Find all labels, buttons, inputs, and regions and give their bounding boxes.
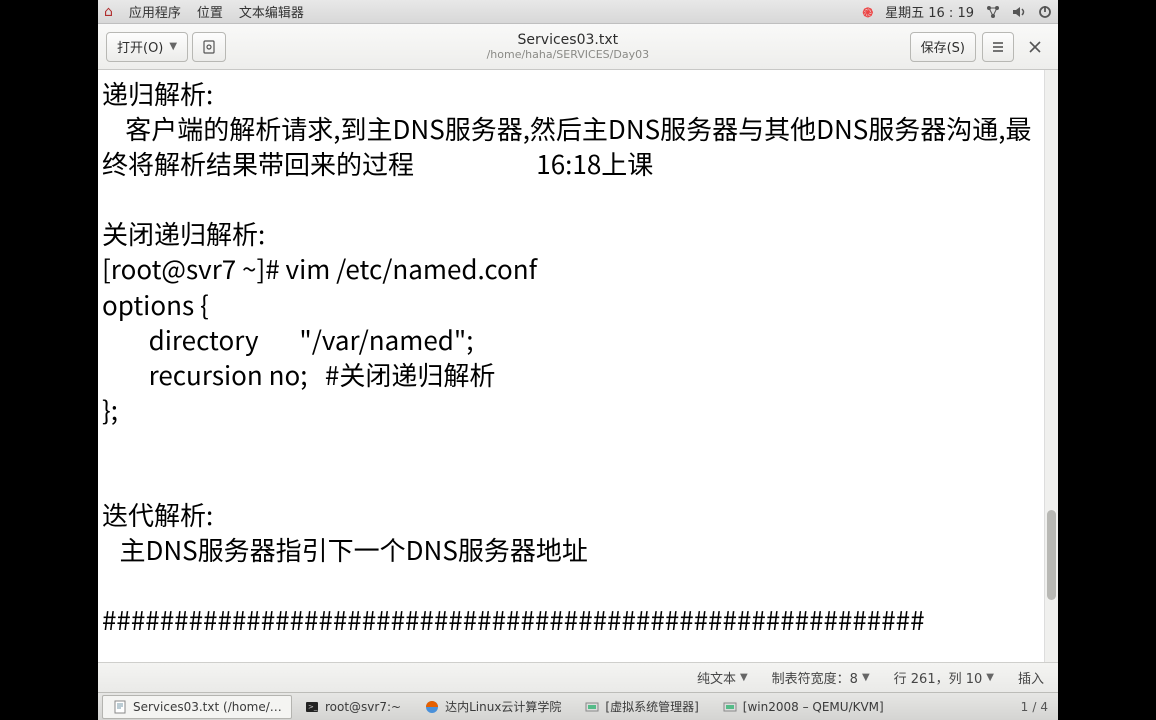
active-app-name[interactable]: 文本编辑器 <box>239 2 304 21</box>
save-button[interactable]: 保存(S) <box>910 32 976 62</box>
workspace-sep: / <box>1032 700 1036 714</box>
workspace-total: 4 <box>1040 700 1048 714</box>
new-document-button[interactable] <box>192 32 226 62</box>
taskbar-item-label: 达内Linux云计算学院 <box>445 698 561 715</box>
chevron-down-icon: ▼ <box>740 672 748 683</box>
vm-icon <box>723 700 737 714</box>
taskbar-item-label: Services03.txt (/home/… <box>133 700 282 714</box>
desktop-taskbar: Services03.txt (/home/… >_ root@svr7:~ 达… <box>98 692 1058 720</box>
menu-places[interactable]: 位置 <box>197 2 223 21</box>
tab-width-label: 制表符宽度：8 <box>772 668 858 687</box>
gedit-icon <box>113 700 127 714</box>
status-bar: 纯文本 ▼ 制表符宽度：8 ▼ 行 261，列 10 ▼ 插入 <box>98 662 1058 692</box>
window-title: Services03.txt <box>232 32 904 48</box>
syntax-mode-label: 纯文本 <box>697 668 736 687</box>
window-subtitle: /home/haha/SERVICES/Day03 <box>232 48 904 61</box>
svg-text:>_: >_ <box>308 703 318 711</box>
vertical-scrollbar[interactable] <box>1044 70 1058 662</box>
taskbar-item-virtmanager[interactable]: [虚拟系统管理器] <box>574 695 709 719</box>
power-icon[interactable] <box>1038 5 1052 19</box>
chevron-down-icon: ▼ <box>862 672 870 683</box>
network-icon[interactable] <box>986 5 1000 19</box>
chevron-down-icon: ▼ <box>986 672 994 683</box>
taskbar-item-label: [win2008 – QEMU/KVM] <box>743 700 884 714</box>
close-icon <box>1029 41 1041 53</box>
taskbar-item-terminal[interactable]: >_ root@svr7:~ <box>294 695 412 719</box>
terminal-icon: >_ <box>305 700 319 714</box>
hamburger-icon <box>991 40 1005 54</box>
desktop-screen: ⌂ 应用程序 位置 文本编辑器 ֎ 星期五 16 : 19 打开(O) ▼ <box>98 0 1058 720</box>
clock-label[interactable]: 星期五 16 : 19 <box>885 2 974 21</box>
cursor-position-selector[interactable]: 行 261，列 10 ▼ <box>894 668 994 687</box>
editor-area: 递归解析: 客户端的解析请求,到主DNS服务器,然后主DNS服务器与其他DNS服… <box>98 70 1058 662</box>
workspace-current: 1 <box>1021 700 1029 714</box>
chevron-down-icon: ▼ <box>169 41 177 52</box>
document-icon <box>201 39 217 55</box>
scrollbar-thumb[interactable] <box>1047 510 1056 600</box>
window-headerbar: 打开(O) ▼ Services03.txt /home/haha/SERVIC… <box>98 24 1058 70</box>
cursor-position-label: 行 261，列 10 <box>894 668 983 687</box>
taskbar-item-gedit[interactable]: Services03.txt (/home/… <box>102 695 292 719</box>
taskbar-item-vm-win2008[interactable]: [win2008 – QEMU/KVM] <box>712 695 895 719</box>
activities-icon[interactable]: ⌂ <box>104 4 113 20</box>
syntax-mode-selector[interactable]: 纯文本 ▼ <box>697 668 748 687</box>
taskbar-item-label: [虚拟系统管理器] <box>605 698 698 715</box>
text-editor[interactable]: 递归解析: 客户端的解析请求,到主DNS服务器,然后主DNS服务器与其他DNS服… <box>98 70 1044 662</box>
open-button[interactable]: 打开(O) ▼ <box>106 32 188 62</box>
menu-applications[interactable]: 应用程序 <box>129 2 181 21</box>
tab-width-selector[interactable]: 制表符宽度：8 ▼ <box>772 668 870 687</box>
letterbox-right <box>1058 0 1156 720</box>
insert-mode-label: 插入 <box>1018 668 1044 687</box>
hamburger-menu-button[interactable] <box>982 32 1014 62</box>
taskbar-item-browser[interactable]: 达内Linux云计算学院 <box>414 695 572 719</box>
update-icon[interactable]: ֎ <box>863 3 874 21</box>
desktop-topbar: ⌂ 应用程序 位置 文本编辑器 ֎ 星期五 16 : 19 <box>98 0 1058 24</box>
taskbar-item-label: root@svr7:~ <box>325 700 401 714</box>
volume-icon[interactable] <box>1012 5 1026 19</box>
firefox-icon <box>425 700 439 714</box>
open-button-label: 打开(O) <box>117 37 163 56</box>
letterbox-left <box>0 0 98 720</box>
workspace-switcher[interactable]: 1 / 4 <box>1015 700 1054 714</box>
vm-icon <box>585 700 599 714</box>
close-button[interactable] <box>1020 32 1050 62</box>
